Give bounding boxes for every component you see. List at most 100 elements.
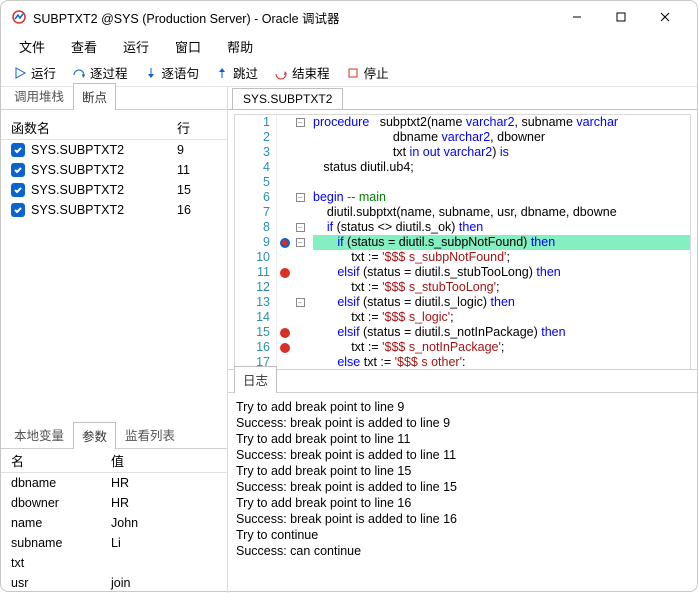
code-line[interactable]: status diutil.ub4;: [313, 160, 690, 175]
param-name: name: [11, 516, 111, 530]
left-upper-tabs: 调用堆栈 断点: [1, 87, 227, 109]
param-header-val[interactable]: 值: [111, 451, 217, 470]
bp-ln: 15: [177, 183, 217, 197]
log-line: Try to add break point to line 11: [236, 431, 689, 447]
tab-watch[interactable]: 监看列表: [116, 421, 184, 448]
tab-breakpoints[interactable]: 断点: [73, 83, 116, 110]
code-line[interactable]: txt := '$$$ s_stubTooLong';: [313, 280, 690, 295]
close-button[interactable]: [643, 2, 687, 32]
checkbox-icon[interactable]: [11, 163, 25, 177]
param-value: Li: [111, 536, 217, 550]
param-row[interactable]: dbownerHR: [1, 493, 227, 513]
breakpoint-icon[interactable]: [280, 268, 290, 278]
param-name: txt: [11, 556, 111, 570]
minimize-button[interactable]: [555, 2, 599, 32]
log-line: Try to continue: [236, 527, 689, 543]
breakpoint-icon[interactable]: [280, 343, 290, 353]
param-row[interactable]: usrjoin: [1, 573, 227, 593]
step-over-button[interactable]: 逐过程: [66, 60, 134, 85]
editor-tab[interactable]: SYS.SUBPTXT2: [232, 88, 343, 110]
param-value: HR: [111, 496, 217, 510]
param-name: subname: [11, 536, 111, 550]
menubar: 文件 查看 运行 窗口 帮助: [1, 33, 697, 59]
bp-fn: SYS.SUBPTXT2: [31, 143, 124, 157]
fold-icon[interactable]: −: [296, 238, 305, 247]
code-line[interactable]: dbname varchar2, dbowner: [313, 130, 690, 145]
log-line: Success: can continue: [236, 543, 689, 559]
code-line[interactable]: elsif (status = diutil.s_notInPackage) t…: [313, 325, 690, 340]
code-line[interactable]: if (status <> diutil.s_ok) then: [313, 220, 690, 235]
menu-run[interactable]: 运行: [111, 33, 161, 60]
code-line[interactable]: elsif (status = diutil.s_logic) then: [313, 295, 690, 310]
fold-icon[interactable]: −: [296, 223, 305, 232]
code-line[interactable]: if (status = diutil.s_subpNotFound) then: [313, 235, 690, 250]
code-line[interactable]: txt := '$$$ s_logic';: [313, 310, 690, 325]
tab-log[interactable]: 日志: [234, 366, 277, 393]
bp-ln: 9: [177, 143, 217, 157]
code-line[interactable]: diutil.subptxt(name, subname, usr, dbnam…: [313, 205, 690, 220]
step-out-button[interactable]: 跳过: [209, 60, 264, 85]
log-line: Success: break point is added to line 15: [236, 479, 689, 495]
breakpoint-row[interactable]: SYS.SUBPTXT2 9: [1, 140, 227, 160]
log-line: Try to add break point to line 16: [236, 495, 689, 511]
bp-ln: 16: [177, 203, 217, 217]
param-row[interactable]: dbnameHR: [1, 473, 227, 493]
step-into-button[interactable]: 逐语句: [138, 60, 206, 85]
breakpoint-row[interactable]: SYS.SUBPTXT2 16: [1, 200, 227, 220]
bp-header-fn[interactable]: 函数名: [11, 118, 177, 137]
code-line[interactable]: txt := '$$$ s_notInPackage';: [313, 340, 690, 355]
log-output[interactable]: Try to add break point to line 9 Success:…: [228, 392, 697, 565]
param-row[interactable]: subnameLi: [1, 533, 227, 553]
log-line: Try to add break point to line 9: [236, 399, 689, 415]
param-row[interactable]: nameJohn: [1, 513, 227, 533]
code-editor[interactable]: 1234567891011121314151617 −−−−− procedur…: [234, 114, 691, 369]
fold-icon[interactable]: −: [296, 193, 305, 202]
bp-ln: 11: [177, 163, 217, 177]
log-line: Success: break point is added to line 11: [236, 447, 689, 463]
param-header-name[interactable]: 名: [11, 451, 111, 470]
bp-fn: SYS.SUBPTXT2: [31, 163, 124, 177]
code-line[interactable]: txt in out varchar2) is: [313, 145, 690, 160]
maximize-button[interactable]: [599, 2, 643, 32]
code-line[interactable]: txt := '$$$ s_subpNotFound';: [313, 250, 690, 265]
bp-fn: SYS.SUBPTXT2: [31, 203, 124, 217]
menu-view[interactable]: 查看: [59, 33, 109, 60]
tab-params[interactable]: 参数: [73, 422, 116, 449]
code-line[interactable]: elsif (status = diutil.s_stubTooLong) th…: [313, 265, 690, 280]
param-name: usr: [11, 576, 111, 590]
log-line: Success: break point is added to line 16: [236, 511, 689, 527]
app-icon: [11, 9, 27, 25]
code-line[interactable]: else txt := '$$$ s other':: [313, 355, 690, 369]
breakpoint-icon[interactable]: [280, 328, 290, 338]
menu-help[interactable]: 帮助: [215, 33, 265, 60]
param-value: HR: [111, 476, 217, 490]
titlebar: SUBPTXT2 @SYS (Production Server) - Orac…: [1, 1, 697, 33]
code-line[interactable]: [313, 175, 690, 190]
fold-icon[interactable]: −: [296, 298, 305, 307]
checkbox-icon[interactable]: [11, 203, 25, 217]
breakpoints-panel: 函数名 行 SYS.SUBPTXT29SYS.SUBPTXT211SYS.SUB…: [1, 109, 227, 228]
breakpoint-row[interactable]: SYS.SUBPTXT2 15: [1, 180, 227, 200]
terminate-button[interactable]: 结束程: [268, 60, 336, 85]
checkbox-icon[interactable]: [11, 143, 25, 157]
param-row[interactable]: txt: [1, 553, 227, 573]
bp-header-ln[interactable]: 行: [177, 118, 217, 137]
code-line[interactable]: begin -- main: [313, 190, 690, 205]
code-line[interactable]: procedure subptxt2(name varchar2, subnam…: [313, 115, 690, 130]
window-title: SUBPTXT2 @SYS (Production Server) - Orac…: [33, 8, 555, 27]
stop-button[interactable]: 停止: [340, 60, 395, 85]
params-panel: 名 值 dbnameHRdbownerHRnameJohnsubnameLitx…: [1, 448, 227, 593]
menu-window[interactable]: 窗口: [163, 33, 213, 60]
breakpoint-current-icon[interactable]: [280, 238, 290, 248]
param-name: dbowner: [11, 496, 111, 510]
tab-locals[interactable]: 本地变量: [5, 421, 73, 448]
breakpoint-row[interactable]: SYS.SUBPTXT2 11: [1, 160, 227, 180]
left-lower-tabs: 本地变量 参数 监看列表: [1, 426, 227, 448]
bp-fn: SYS.SUBPTXT2: [31, 183, 124, 197]
param-value: John: [111, 516, 217, 530]
log-line: Try to add break point to line 15: [236, 463, 689, 479]
tab-callstack[interactable]: 调用堆栈: [5, 82, 73, 109]
fold-icon[interactable]: −: [296, 118, 305, 127]
menu-file[interactable]: 文件: [7, 33, 57, 60]
checkbox-icon[interactable]: [11, 183, 25, 197]
